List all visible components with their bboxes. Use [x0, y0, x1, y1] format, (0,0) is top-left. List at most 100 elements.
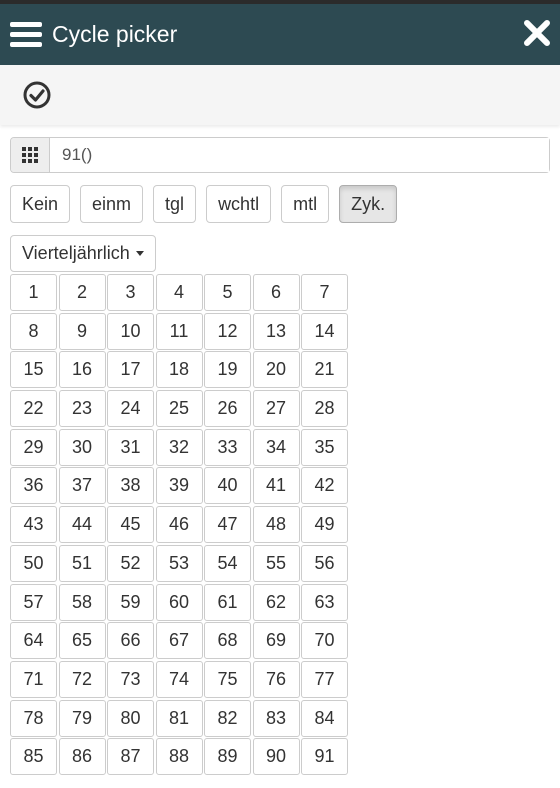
day-cell[interactable]: 36 — [10, 467, 57, 505]
day-cell[interactable]: 81 — [155, 699, 203, 737]
cycle-button[interactable]: wchtl — [206, 185, 272, 223]
day-cell[interactable]: 20 — [252, 351, 300, 389]
period-dropdown[interactable]: Vierteljährlich — [10, 235, 156, 272]
day-cell[interactable]: 4 — [155, 274, 203, 311]
check-circle-icon[interactable] — [22, 80, 52, 110]
day-cell[interactable]: 88 — [155, 738, 203, 776]
day-cell[interactable]: 13 — [252, 312, 300, 350]
day-cell[interactable]: 72 — [58, 660, 106, 698]
day-cell[interactable]: 41 — [252, 467, 300, 505]
day-cell[interactable]: 52 — [107, 544, 154, 582]
cycle-button[interactable]: einm — [80, 185, 144, 223]
day-cell[interactable]: 16 — [58, 351, 106, 389]
day-cell[interactable]: 74 — [155, 660, 203, 698]
day-cell[interactable]: 70 — [301, 622, 348, 660]
day-cell[interactable]: 42 — [301, 467, 348, 505]
day-cell[interactable]: 33 — [204, 428, 251, 466]
day-cell[interactable]: 14 — [301, 312, 348, 350]
day-cell[interactable]: 50 — [10, 544, 57, 582]
day-cell[interactable]: 83 — [252, 699, 300, 737]
day-cell[interactable]: 75 — [204, 660, 251, 698]
day-cell[interactable]: 44 — [58, 506, 106, 544]
day-cell[interactable]: 45 — [107, 506, 154, 544]
day-cell[interactable]: 9 — [58, 312, 106, 350]
day-cell[interactable]: 15 — [10, 351, 57, 389]
day-cell[interactable]: 69 — [252, 622, 300, 660]
day-cell[interactable]: 85 — [10, 738, 57, 776]
day-cell[interactable]: 7 — [301, 274, 348, 311]
cycle-button[interactable]: mtl — [281, 185, 330, 223]
day-cell[interactable]: 25 — [155, 390, 203, 428]
day-cell[interactable]: 57 — [10, 583, 57, 621]
day-cell[interactable]: 84 — [301, 699, 348, 737]
day-cell[interactable]: 89 — [204, 738, 251, 776]
day-cell[interactable]: 38 — [107, 467, 154, 505]
cycle-button[interactable]: tgl — [153, 185, 197, 223]
day-cell[interactable]: 76 — [252, 660, 300, 698]
day-cell[interactable]: 1 — [10, 274, 57, 311]
day-cell[interactable]: 31 — [107, 428, 154, 466]
day-cell[interactable]: 90 — [252, 738, 300, 776]
day-cell[interactable]: 82 — [204, 699, 251, 737]
cycle-input[interactable] — [50, 138, 549, 172]
cycle-button[interactable]: Zyk. — [339, 185, 398, 223]
day-cell[interactable]: 3 — [107, 274, 154, 311]
day-cell[interactable]: 62 — [252, 583, 300, 621]
day-cell[interactable]: 68 — [204, 622, 251, 660]
day-cell[interactable]: 46 — [155, 506, 203, 544]
day-cell[interactable]: 51 — [58, 544, 106, 582]
day-cell[interactable]: 24 — [107, 390, 154, 428]
day-cell[interactable]: 64 — [10, 622, 57, 660]
day-cell[interactable]: 60 — [155, 583, 203, 621]
day-cell[interactable]: 49 — [301, 506, 348, 544]
day-cell[interactable]: 26 — [204, 390, 251, 428]
day-cell[interactable]: 28 — [301, 390, 348, 428]
grid-icon[interactable] — [11, 138, 50, 172]
cycle-button[interactable]: Kein — [10, 185, 71, 223]
day-cell[interactable]: 63 — [301, 583, 348, 621]
day-cell[interactable]: 37 — [58, 467, 106, 505]
day-cell[interactable]: 12 — [204, 312, 251, 350]
day-cell[interactable]: 71 — [10, 660, 57, 698]
day-cell[interactable]: 91 — [301, 738, 348, 776]
day-cell[interactable]: 47 — [204, 506, 251, 544]
day-cell[interactable]: 30 — [58, 428, 106, 466]
day-cell[interactable]: 54 — [204, 544, 251, 582]
day-cell[interactable]: 17 — [107, 351, 154, 389]
day-cell[interactable]: 22 — [10, 390, 57, 428]
day-cell[interactable]: 59 — [107, 583, 154, 621]
day-cell[interactable]: 29 — [10, 428, 57, 466]
day-cell[interactable]: 23 — [58, 390, 106, 428]
day-cell[interactable]: 19 — [204, 351, 251, 389]
hamburger-icon[interactable] — [10, 20, 42, 50]
day-cell[interactable]: 40 — [204, 467, 251, 505]
day-cell[interactable]: 48 — [252, 506, 300, 544]
day-cell[interactable]: 73 — [107, 660, 154, 698]
day-cell[interactable]: 39 — [155, 467, 203, 505]
day-cell[interactable]: 8 — [10, 312, 57, 350]
day-cell[interactable]: 21 — [301, 351, 348, 389]
day-cell[interactable]: 65 — [58, 622, 106, 660]
day-cell[interactable]: 79 — [58, 699, 106, 737]
day-cell[interactable]: 77 — [301, 660, 348, 698]
day-cell[interactable]: 61 — [204, 583, 251, 621]
day-cell[interactable]: 67 — [155, 622, 203, 660]
day-cell[interactable]: 5 — [204, 274, 251, 311]
day-cell[interactable]: 35 — [301, 428, 348, 466]
day-cell[interactable]: 87 — [107, 738, 154, 776]
day-cell[interactable]: 66 — [107, 622, 154, 660]
close-icon[interactable] — [522, 18, 552, 48]
day-cell[interactable]: 2 — [58, 274, 106, 311]
day-cell[interactable]: 27 — [252, 390, 300, 428]
day-cell[interactable]: 55 — [252, 544, 300, 582]
day-cell[interactable]: 6 — [252, 274, 300, 311]
day-cell[interactable]: 53 — [155, 544, 203, 582]
day-cell[interactable]: 18 — [155, 351, 203, 389]
day-cell[interactable]: 34 — [252, 428, 300, 466]
day-cell[interactable]: 58 — [58, 583, 106, 621]
day-cell[interactable]: 86 — [58, 738, 106, 776]
day-cell[interactable]: 78 — [10, 699, 57, 737]
day-cell[interactable]: 56 — [301, 544, 348, 582]
day-cell[interactable]: 80 — [107, 699, 154, 737]
day-cell[interactable]: 32 — [155, 428, 203, 466]
